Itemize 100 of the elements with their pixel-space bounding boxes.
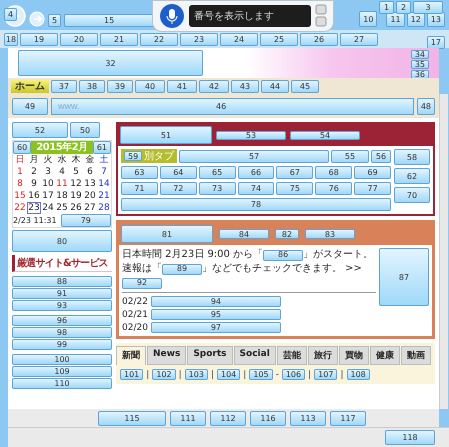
- number-tag[interactable]: 37: [51, 80, 77, 92]
- category-tab[interactable]: 旅行: [308, 346, 338, 365]
- number-tag[interactable]: 108: [346, 369, 370, 380]
- number-tag[interactable]: 98: [12, 327, 112, 338]
- number-tag[interactable]: 55: [331, 150, 369, 162]
- number-tag[interactable]: 99: [12, 339, 112, 350]
- calendar-day[interactable]: 1: [13, 166, 27, 178]
- number-tag[interactable]: 78: [121, 198, 391, 211]
- number-tag[interactable]: 1: [379, 1, 394, 14]
- number-tag[interactable]: 84: [219, 229, 269, 239]
- number-tag[interactable]: 112: [210, 410, 246, 426]
- number-tag[interactable]: 81: [121, 225, 213, 243]
- number-tag[interactable]: 102: [152, 369, 176, 380]
- number-tag[interactable]: 23: [180, 32, 218, 46]
- number-tag[interactable]: 92: [122, 278, 162, 288]
- category-tab[interactable]: Social: [234, 346, 276, 365]
- calendar-day[interactable]: 8: [13, 178, 27, 190]
- calendar-day[interactable]: 12: [69, 178, 83, 190]
- number-tag[interactable]: 53: [216, 130, 286, 140]
- number-tag[interactable]: 17: [426, 36, 445, 48]
- number-tag[interactable]: 44: [261, 80, 289, 92]
- calendar-day[interactable]: 3: [41, 166, 55, 178]
- calendar-day[interactable]: 17: [41, 190, 55, 202]
- calendar-day[interactable]: 24: [41, 202, 55, 214]
- number-tag[interactable]: 109: [12, 366, 112, 377]
- number-tag[interactable]: 79: [60, 214, 111, 227]
- number-tag[interactable]: 41: [167, 80, 197, 92]
- number-tag[interactable]: 86: [263, 250, 304, 260]
- calendar-day[interactable]: 28: [97, 202, 111, 214]
- number-tag[interactable]: 65: [198, 166, 236, 179]
- number-tag[interactable]: 59: [124, 151, 142, 161]
- number-tag[interactable]: 4: [4, 8, 18, 21]
- calendar-day[interactable]: 5: [69, 166, 83, 178]
- calendar-day[interactable]: 11: [55, 178, 69, 190]
- calendar-day[interactable]: 23: [27, 202, 41, 214]
- number-tag[interactable]: 106: [282, 369, 306, 380]
- number-tag[interactable]: 25: [260, 32, 298, 46]
- microphone-icon[interactable]: [159, 3, 185, 29]
- number-tag[interactable]: 43: [231, 80, 259, 92]
- number-tag[interactable]: 67: [276, 166, 314, 179]
- number-tag[interactable]: 26: [300, 32, 338, 46]
- number-tag[interactable]: 20: [60, 32, 98, 46]
- calendar-day[interactable]: 10: [41, 178, 55, 190]
- number-tag[interactable]: 3: [413, 1, 443, 14]
- number-tag[interactable]: 40: [135, 80, 165, 92]
- number-tag[interactable]: 70: [394, 187, 430, 203]
- number-tag[interactable]: 72: [160, 182, 197, 195]
- number-tag[interactable]: 100: [12, 354, 112, 365]
- number-tag[interactable]: 38: [79, 80, 105, 92]
- calendar-day[interactable]: 25: [55, 202, 69, 214]
- number-tag[interactable]: 104: [216, 369, 240, 380]
- calendar-day[interactable]: 2: [27, 166, 41, 178]
- number-tag[interactable]: 5: [48, 14, 62, 27]
- tab-label[interactable]: 59 別タブ: [121, 149, 178, 163]
- number-tag[interactable]: 63: [121, 166, 158, 179]
- number-tag[interactable]: 10: [359, 11, 378, 27]
- window-control-icon[interactable]: [315, 4, 327, 28]
- number-tag[interactable]: 35: [410, 60, 429, 69]
- number-tag[interactable]: 94: [150, 296, 281, 307]
- number-tag[interactable]: 50: [70, 122, 100, 138]
- number-tag[interactable]: 116: [250, 410, 286, 426]
- calendar-day[interactable]: 7: [97, 166, 111, 178]
- number-tag[interactable]: 117: [330, 410, 366, 426]
- number-tag[interactable]: 60: [13, 141, 32, 154]
- number-tag[interactable]: 87: [379, 248, 429, 306]
- calendar-day[interactable]: 4: [55, 166, 69, 178]
- number-tag[interactable]: 51: [120, 126, 212, 144]
- number-tag[interactable]: 82: [275, 229, 299, 239]
- number-tag[interactable]: 56: [371, 150, 391, 162]
- number-tag[interactable]: 62: [394, 168, 430, 184]
- category-tab[interactable]: 芸能: [276, 346, 307, 365]
- number-tag[interactable]: 68: [315, 166, 352, 179]
- number-tag[interactable]: 77: [354, 182, 392, 195]
- number-tag[interactable]: 19: [20, 32, 58, 46]
- scrollbar[interactable]: [439, 94, 448, 409]
- calendar-day[interactable]: 15: [13, 190, 27, 202]
- number-tag[interactable]: 76: [315, 182, 352, 195]
- number-tag[interactable]: 115: [98, 410, 166, 426]
- number-tag[interactable]: 118: [385, 430, 435, 445]
- number-tag[interactable]: 42: [199, 80, 229, 92]
- number-tag[interactable]: 111: [170, 410, 206, 426]
- number-tag[interactable]: 73: [198, 182, 236, 195]
- number-tag[interactable]: 39: [107, 80, 133, 92]
- number-tag[interactable]: 110: [12, 378, 112, 389]
- number-tag[interactable]: 97: [150, 322, 281, 333]
- number-tag[interactable]: 93: [12, 300, 112, 311]
- calendar-day[interactable]: 6: [83, 166, 97, 178]
- number-tag[interactable]: 61: [92, 141, 111, 154]
- category-tab[interactable]: 動画: [400, 346, 431, 365]
- number-tag[interactable]: 58: [394, 149, 430, 165]
- calendar-day[interactable]: 16: [27, 190, 41, 202]
- number-tag[interactable]: 80: [12, 230, 112, 252]
- number-tag[interactable]: 74: [238, 182, 274, 195]
- number-tag[interactable]: 2: [396, 1, 411, 14]
- number-tag[interactable]: 27: [340, 32, 378, 46]
- calendar-day[interactable]: 22: [13, 202, 27, 214]
- number-tag[interactable]: 95: [150, 309, 281, 320]
- number-tag[interactable]: 57: [179, 150, 329, 162]
- number-tag[interactable]: 34: [410, 50, 429, 59]
- calendar-day[interactable]: 13: [83, 178, 97, 190]
